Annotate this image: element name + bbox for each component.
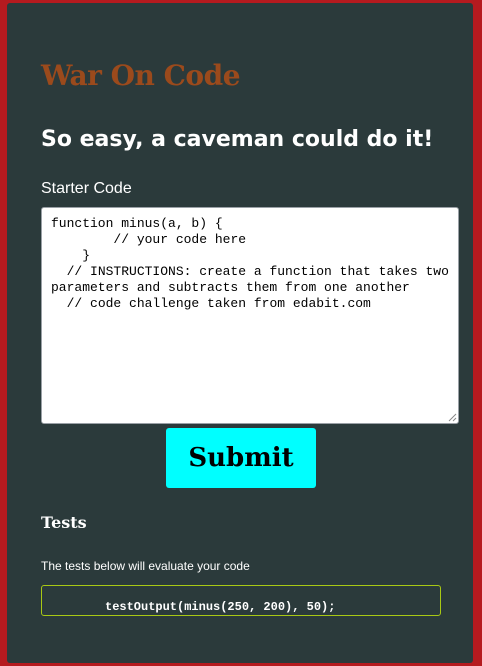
resize-grip-icon[interactable] [448, 413, 457, 422]
tests-description: The tests below will evaluate your code [41, 559, 250, 573]
tests-heading: Tests [41, 513, 87, 532]
page-title: War On Code [41, 59, 241, 92]
test-case: testOutput(minus(250, 200), 50); [41, 585, 441, 616]
starter-code-label: Starter Code [41, 180, 132, 197]
page-subtitle: So easy, a caveman could do it! [41, 127, 434, 152]
starter-code-editor[interactable]: function minus(a, b) { // your code here… [41, 207, 459, 424]
main-card: War On Code So easy, a caveman could do … [7, 3, 473, 663]
submit-button[interactable]: Submit [166, 428, 316, 488]
